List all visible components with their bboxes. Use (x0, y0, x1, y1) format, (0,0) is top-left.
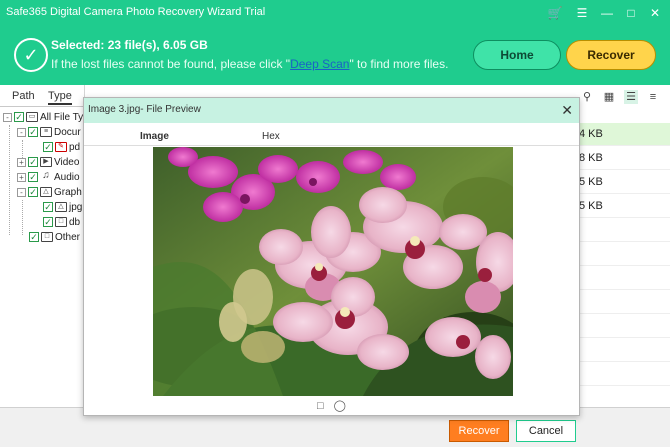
checkbox-icon[interactable]: ✓ (28, 187, 38, 197)
checkbox-icon[interactable]: ✓ (28, 127, 38, 137)
actual-size-icon[interactable]: ◯ (334, 398, 346, 414)
tab-image[interactable]: Image (140, 131, 169, 142)
selected-summary: Selected: 23 file(s), 6.05 GB (51, 38, 208, 52)
file-size: 8 KB (579, 152, 603, 164)
search-icon[interactable]: ⚲ (580, 90, 594, 104)
tree-item-label: db (69, 216, 81, 228)
file-size: 4 KB (579, 128, 603, 140)
video-icon: ▶ (40, 157, 52, 167)
tree-item-documents[interactable]: - ✓ ≡ Docur (17, 125, 81, 139)
computer-icon: ▭ (26, 112, 38, 122)
expand-icon[interactable]: + (17, 157, 26, 167)
checkbox-icon[interactable]: ✓ (28, 157, 38, 167)
document-icon: ≡ (40, 127, 52, 137)
recover-button-top[interactable]: Recover (566, 40, 656, 70)
recover-button[interactable]: Recover (449, 420, 509, 442)
collapse-icon[interactable]: - (3, 112, 12, 122)
close-icon[interactable]: ✕ (561, 102, 573, 119)
deep-scan-link[interactable]: Deep Scan (290, 57, 349, 71)
detail-view-icon[interactable]: ≡ (646, 90, 660, 104)
tree-item-graphics[interactable]: - ✓ △ Graph (17, 185, 82, 199)
checkbox-icon[interactable]: ✓ (43, 142, 53, 152)
cart-icon[interactable]: 🛒 (546, 4, 564, 22)
tree-item-label: pd (69, 141, 81, 153)
checkbox-icon[interactable]: ✓ (43, 217, 53, 227)
fit-to-window-icon[interactable]: □ (317, 398, 324, 414)
checkmark-icon: ✓ (14, 38, 48, 72)
image-icon: △ (40, 187, 52, 197)
sidebar-tabs: Path Type (0, 85, 85, 107)
collapse-icon[interactable]: - (17, 127, 26, 137)
tree-item-label: Other (55, 231, 81, 243)
checkbox-icon[interactable]: ✓ (28, 172, 38, 182)
close-icon[interactable]: ✕ (646, 4, 664, 22)
tree-item-pdf[interactable]: ✓ ✎ pd (43, 140, 80, 154)
tab-type[interactable]: Type (48, 90, 72, 105)
pdf-icon: ✎ (55, 142, 67, 152)
app-title: Safe365 Digital Camera Photo Recovery Wi… (6, 6, 266, 18)
tree-item-label: Graph (54, 186, 82, 198)
preview-tabs: Image Hex (84, 126, 579, 146)
minimize-icon[interactable]: — (598, 4, 616, 22)
header-bar: ✓ Selected: 23 file(s), 6.05 GB If the l… (0, 30, 670, 85)
tree-item-label: jpg (69, 201, 83, 213)
settings-icon[interactable]: ☰ (573, 4, 591, 22)
music-note-icon: ♫ (42, 170, 50, 181)
tree-item-jpg[interactable]: ✓ △ jpg (43, 200, 82, 214)
collapse-icon[interactable]: - (17, 187, 26, 197)
checkbox-icon[interactable]: ✓ (29, 232, 39, 242)
view-toolbar: ⚲ ▦ ☰ ≡ (580, 90, 660, 104)
file-type-panel: Path Type - ✓ ▭ All File Ty - ✓ ≡ Docur … (0, 85, 85, 447)
maximize-icon[interactable]: □ (622, 4, 640, 22)
tab-path[interactable]: Path (12, 90, 35, 102)
tree-item-label: Video (54, 156, 80, 168)
dialog-header: Image 3.jpg- File Preview ✕ (84, 98, 579, 123)
title-bar: Safe365 Digital Camera Photo Recovery Wi… (0, 0, 670, 30)
tree-item-all-file-types[interactable]: - ✓ ▭ All File Ty (3, 110, 83, 124)
tree-item-video[interactable]: + ✓ ▶ Video (17, 155, 79, 169)
tree-item-audio[interactable]: + ✓ ♫ Audio (17, 170, 80, 184)
home-button[interactable]: Home (473, 40, 561, 70)
file-size: 5 KB (579, 200, 603, 212)
orchid-photo (153, 147, 513, 396)
checkbox-icon[interactable]: ✓ (43, 202, 53, 212)
tree-item-label: Docur (54, 126, 81, 138)
image-preview (153, 147, 513, 396)
file-preview-dialog: Image 3.jpg- File Preview ✕ Image Hex □ … (83, 97, 580, 416)
thumbnail-view-icon[interactable]: ▦ (602, 90, 616, 104)
file-icon: □ (55, 217, 67, 227)
tree-item-other[interactable]: ✓ □ Other (29, 230, 80, 244)
folder-icon: □ (41, 232, 53, 242)
tree-item-db[interactable]: ✓ □ db (43, 215, 80, 229)
preview-controls: □ ◯ (84, 398, 579, 414)
hint-suffix: " to find more files. (349, 57, 449, 71)
hint-prefix: If the lost files cannot be found, pleas… (51, 57, 291, 71)
checkbox-icon[interactable]: ✓ (14, 112, 24, 122)
tab-hex[interactable]: Hex (262, 131, 280, 142)
cancel-button[interactable]: Cancel (516, 420, 576, 442)
tree-item-label: Audio (54, 171, 80, 183)
file-size: 5 KB (579, 176, 603, 188)
tree-item-label: All File Ty (40, 111, 84, 123)
image-file-icon: △ (55, 202, 67, 212)
list-view-icon[interactable]: ☰ (624, 90, 638, 104)
expand-icon[interactable]: + (17, 172, 26, 182)
dialog-title: Image 3.jpg- File Preview (88, 104, 201, 115)
hint-text: If the lost files cannot be found, pleas… (51, 57, 448, 71)
